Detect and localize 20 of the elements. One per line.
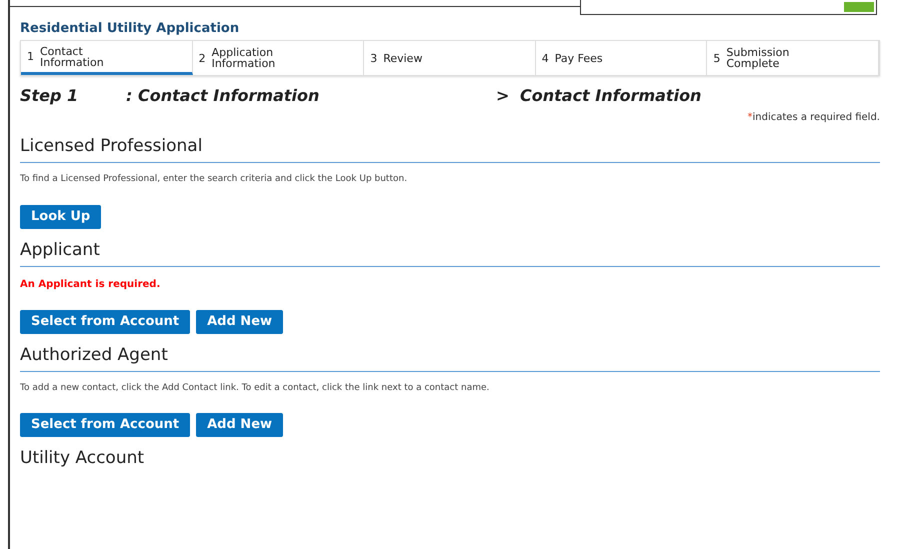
section-title: Licensed Professional: [20, 135, 204, 158]
step-separator: >: [496, 85, 510, 107]
section-title: Applicant: [20, 238, 101, 262]
step-tab[interactable]: 4 Pay Fees: [536, 41, 708, 75]
page-title: Residential Utility Application: [20, 20, 240, 38]
section-title: Authorized Agent: [20, 344, 169, 366]
action-button[interactable]: Add New: [196, 413, 284, 437]
step-section: Contact Information: [520, 84, 702, 108]
required-note: *indicates a required field.: [748, 111, 880, 125]
help-text: To add a new contact, click the Add Contact link. To edit a contact, click the link next to a contact name.: [20, 382, 490, 394]
action-button[interactable]: Select from Account: [20, 413, 190, 437]
step-tab[interactable]: 3 Review: [364, 41, 536, 75]
section-title: Utility Account: [20, 447, 146, 470]
step-page: : Contact Information: [126, 85, 320, 107]
action-button[interactable]: Add New: [196, 310, 284, 334]
help-text: To find a Licensed Professional, enter the search criteria and click the Look Up button.: [20, 173, 408, 186]
action-button[interactable]: Select from Account: [20, 310, 190, 334]
error-message: An Applicant is required.: [20, 278, 162, 292]
action-button[interactable]: Look Up: [20, 204, 102, 228]
step-label: Step 1: [20, 85, 80, 107]
